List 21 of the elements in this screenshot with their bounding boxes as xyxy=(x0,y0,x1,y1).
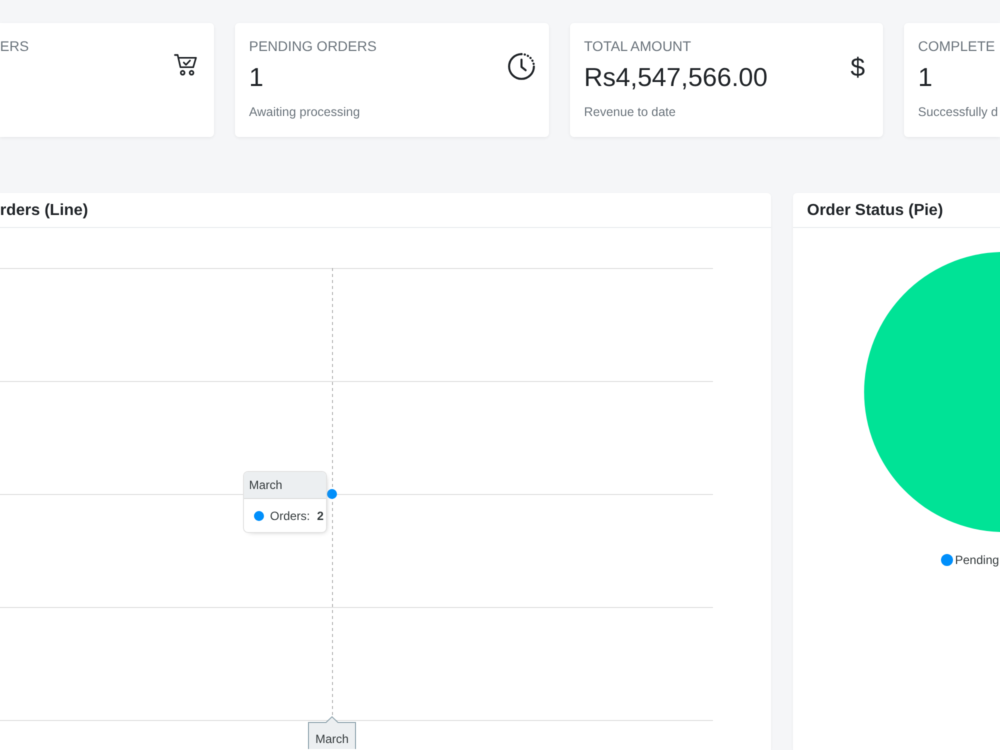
legend-item[interactable]: Pending xyxy=(941,552,1000,568)
stat-label: TOTAL AMOUNT xyxy=(584,37,692,55)
panel-title: rders (Line) xyxy=(0,193,771,228)
dollar-icon: $ xyxy=(850,55,865,79)
cart-icon xyxy=(174,53,198,77)
axis-tooltip: March xyxy=(308,716,356,749)
tooltip-label: Orders: xyxy=(270,508,310,522)
panel-title: Order Status (Pie) xyxy=(793,193,1000,228)
stat-label: COMPLETE xyxy=(918,37,996,55)
stat-value: 1 xyxy=(249,61,264,93)
stat-caption: Revenue to date xyxy=(584,104,676,120)
data-point xyxy=(327,489,337,499)
stat-label: ERS xyxy=(0,37,29,55)
clock-icon xyxy=(508,53,535,80)
stat-value: Rs4,547,566.00 xyxy=(584,61,768,93)
stat-label: PENDING ORDERS xyxy=(249,37,377,55)
tooltip-title: March xyxy=(244,472,326,499)
stat-value: 1 xyxy=(918,61,932,93)
tooltip-value: 2 xyxy=(317,508,324,522)
stat-caption: Awaiting processing xyxy=(249,104,360,120)
stat-caption: Successfully d xyxy=(918,104,998,120)
